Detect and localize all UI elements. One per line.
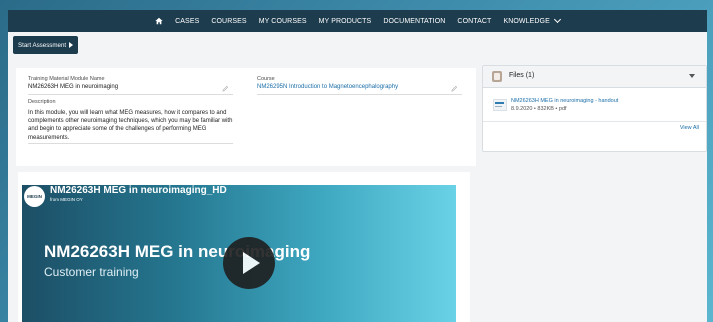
megin-logo[interactable]: MEGIN xyxy=(24,186,45,207)
start-assessment-label: Start Assessment xyxy=(18,41,67,49)
files-icon xyxy=(492,71,502,82)
course-divider xyxy=(257,94,462,95)
module-name-divider xyxy=(28,94,233,95)
view-all-link[interactable]: View All xyxy=(680,125,699,131)
edit-pencil-icon[interactable] xyxy=(451,85,458,92)
nav-my-courses[interactable]: MY COURSES xyxy=(259,18,307,25)
top-navigation-bar: CASES COURSES MY COURSES MY PRODUCTS DOC… xyxy=(8,10,707,32)
edit-pencil-icon[interactable] xyxy=(222,85,229,92)
megin-logo-text: MEGIN xyxy=(27,194,42,199)
nav-documentation[interactable]: DOCUMENTATION xyxy=(383,18,445,25)
play-icon xyxy=(243,252,260,274)
module-name-value: NM26263H MEG in neuroimaging xyxy=(28,84,119,90)
files-title[interactable]: Files (1) xyxy=(509,72,534,79)
home-icon xyxy=(155,17,163,25)
chevron-down-icon xyxy=(553,15,561,24)
files-card-header: Files (1) xyxy=(483,66,706,88)
files-card: Files (1) NM26263H MEG in neuroimaging -… xyxy=(482,65,707,152)
nav-my-products[interactable]: MY PRODUCTS xyxy=(319,18,372,25)
dropdown-caret-icon[interactable] xyxy=(689,74,695,78)
home-link[interactable] xyxy=(155,17,163,25)
video-title[interactable]: NM26263H MEG in neuroimaging_HD xyxy=(50,185,227,196)
course-link[interactable]: NM26295N Introduction to Magnetoencephal… xyxy=(257,84,398,90)
start-assessment-button[interactable]: Start Assessment xyxy=(13,36,79,54)
file-name-link[interactable]: NM26263H MEG in neuroimaging - handout xyxy=(511,98,618,104)
files-divider xyxy=(483,121,706,122)
app-frame: CASES COURSES MY COURSES MY PRODUCTS DOC… xyxy=(8,10,707,322)
description-value: In this module, you will learn what MEG … xyxy=(28,110,233,141)
file-meta: 8.9.2020 • 832KB • pdf xyxy=(511,106,567,112)
video-from[interactable]: from MEGIN OY xyxy=(50,197,83,202)
nav-courses[interactable]: COURSES xyxy=(211,18,246,25)
module-name-label: Training Material Module Name xyxy=(28,76,105,82)
nav-knowledge[interactable]: KNOWLEDGE xyxy=(503,15,561,25)
description-label: Description xyxy=(28,99,56,105)
nav-cases[interactable]: CASES xyxy=(175,18,199,25)
description-divider xyxy=(28,143,233,144)
video-slide-subtitle: Customer training xyxy=(44,265,139,279)
play-button[interactable] xyxy=(223,237,275,289)
nav-contact[interactable]: CONTACT xyxy=(457,18,491,25)
pdf-thumbnail-icon[interactable] xyxy=(493,99,507,111)
play-arrow-icon xyxy=(69,42,74,48)
video-player[interactable]: MEGIN NM26263H MEG in neuroimaging_HD fr… xyxy=(22,185,456,322)
course-label: Course xyxy=(257,76,275,82)
nav-knowledge-label: KNOWLEDGE xyxy=(503,17,550,25)
